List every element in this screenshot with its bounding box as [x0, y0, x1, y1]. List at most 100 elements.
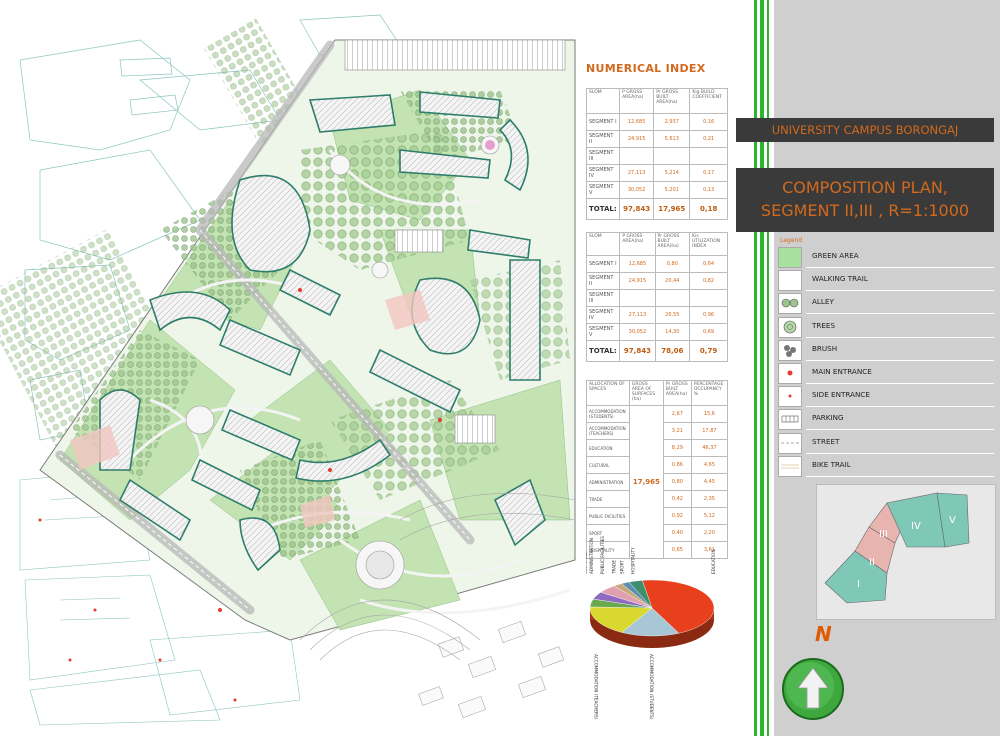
t3-cell: 4,65 [690, 456, 729, 474]
t1-header-2: Pr GROSS BUILT AREA(ha) [653, 88, 691, 114]
t3-cell: 15,6 [690, 405, 729, 423]
table-total-row: TOTAL: 97,843 78,06 0,79 [585, 340, 728, 362]
legend-title: Legend [780, 237, 803, 244]
legend-item: BIKE TRAIL [776, 455, 996, 477]
segment-iv-label: IV [911, 521, 921, 532]
legend-bike-icon [778, 455, 802, 477]
t3-header-1: GROSS AREA OF SURFACES (ha) [628, 380, 664, 406]
t1-cell: 5,201 [653, 181, 691, 199]
legend-label: GREEN AREA [812, 251, 859, 260]
drawing-sheet: NUMERICAL INDEX SLOM P GROSS AREA(ha) Pr… [0, 0, 1000, 736]
t2-total: 97,843 [619, 340, 656, 362]
legend-divider [806, 359, 994, 361]
t1-cell [689, 147, 728, 165]
utilization-index-table: SLOM P GROSS AREA(ha) Pr GROSS BUILT ARE… [585, 232, 728, 362]
key-map-svg: I II III IV V [824, 492, 970, 604]
t2-cell: 30,052 [619, 323, 656, 341]
legend-divider [806, 383, 994, 384]
t2-cell: 0,82 [689, 272, 728, 290]
legend-label: PARKING [812, 413, 844, 423]
legend-divider [806, 313, 994, 315]
t1-header-0: SLOM [585, 88, 621, 114]
t1-total: TOTAL: [585, 198, 621, 220]
legend-divider [806, 406, 994, 408]
green-stripes [754, 0, 769, 736]
t3-cell: ACCOMMODATION (TEACHERS) [586, 422, 630, 440]
t2-cell: 0,64 [689, 255, 728, 273]
t3-cell: 0,80 [662, 473, 692, 491]
t3-cell: 46,37 [690, 439, 729, 457]
segment-i-label: I [857, 579, 860, 590]
numerical-index-title: NUMERICAL INDEX [586, 62, 706, 75]
t3-cell: 17,87 [690, 422, 729, 440]
legend-label: TREES [812, 320, 836, 330]
legend-label: STREET [812, 436, 840, 446]
legend-brush-icon [778, 339, 802, 361]
pie-label: EDUCATION [711, 549, 716, 574]
pie-label: SPORT [619, 560, 624, 574]
north-arrow-icon [782, 658, 844, 720]
legend-divider [806, 267, 994, 268]
t3-cell: PUBLIC FACILITIES [586, 507, 630, 525]
legend-trail-icon [778, 270, 802, 292]
segment-key-map: I II III IV V [816, 484, 996, 620]
legend-parking-icon [778, 409, 802, 431]
table-row: SEGMENT I 12,685 0,80 0,64 [585, 255, 728, 273]
legend-alley-icon [778, 293, 802, 315]
t3-cell: 0,86 [662, 456, 692, 474]
t2-header-3: Kis UTILIZATION INDEX [689, 232, 728, 256]
legend-divider [806, 290, 994, 292]
t3-cell: 8,29 [662, 439, 692, 457]
t2-header-0: SLOM [585, 232, 621, 256]
table-row: SEGMENT I 12,685 2,937 0,16 [585, 113, 728, 131]
legend-divider [806, 429, 994, 431]
t3-cell: 0,92 [662, 507, 692, 525]
legend-label: WALKING TRAIL [812, 274, 868, 284]
t2-cell: 24,915 [619, 272, 656, 290]
t1-cell: 2,937 [653, 113, 691, 131]
t2-cell: 0,69 [689, 323, 728, 341]
legend-item: PARKING [776, 408, 996, 431]
legend-label: ALLEY [812, 297, 834, 307]
table-row: SEGMENT IV 27,113 5,214 0,17 [585, 164, 728, 182]
legend-item: TREES [776, 316, 996, 338]
segment-iii-label: III [879, 529, 888, 540]
table-row: SEGMENT V 30,052 5,201 0,13 [585, 181, 728, 199]
legend-side-icon [778, 386, 802, 408]
pie-label: TRADE [611, 560, 616, 575]
legend-item: STREET [776, 432, 996, 454]
t1-cell: 0,13 [689, 181, 728, 199]
pie-label: ADMINISTRATION [589, 538, 594, 574]
t3-header-0: ALLOCATION OF SPACES [586, 380, 630, 406]
t1-cell: 0,21 [689, 130, 728, 148]
t2-cell: 26,55 [654, 306, 691, 324]
t2-header-2: Pr GROSS BUILT AREA(ha) [654, 232, 691, 256]
t1-cell: 27,113 [619, 164, 655, 182]
site-plan-svg [0, 14, 576, 726]
pie-label: HOSPITALITY [631, 547, 636, 574]
t2-cell: 27,113 [619, 306, 656, 324]
t1-cell: 12,685 [619, 113, 655, 131]
legend-item: SIDE ENTRANCE [776, 385, 996, 408]
t3-cell: TRADE [586, 490, 630, 508]
t2-header-1: P GROSS AREA(ha) [619, 232, 656, 256]
north-label: N [815, 622, 832, 646]
t1-cell: 30,052 [619, 181, 655, 199]
segment-ii-label: II [869, 557, 875, 568]
legend-item: GREEN AREA [776, 246, 996, 268]
pink-fountain [485, 140, 495, 150]
t1-total: 0,18 [689, 198, 728, 220]
t2-cell: 12,685 [619, 255, 656, 273]
t2-cell: 0,96 [689, 306, 728, 324]
parking-center [394, 229, 444, 253]
t2-total: 78,06 [654, 340, 691, 362]
table-row: SEGMENT II 24,915 5,613 0,21 [585, 130, 728, 148]
t1-header-1: P GROSS AREA(ha) [619, 88, 655, 114]
t2-cell: 20,44 [654, 272, 691, 290]
legend-item: BRUSH [776, 339, 996, 361]
stripe-3 [767, 0, 769, 736]
t3-cell: 3,21 [662, 422, 692, 440]
plan-title-line1: COMPOSITION PLAN, [782, 178, 948, 197]
t1-cell [653, 147, 691, 165]
legend-item: ALLEY [776, 292, 996, 315]
